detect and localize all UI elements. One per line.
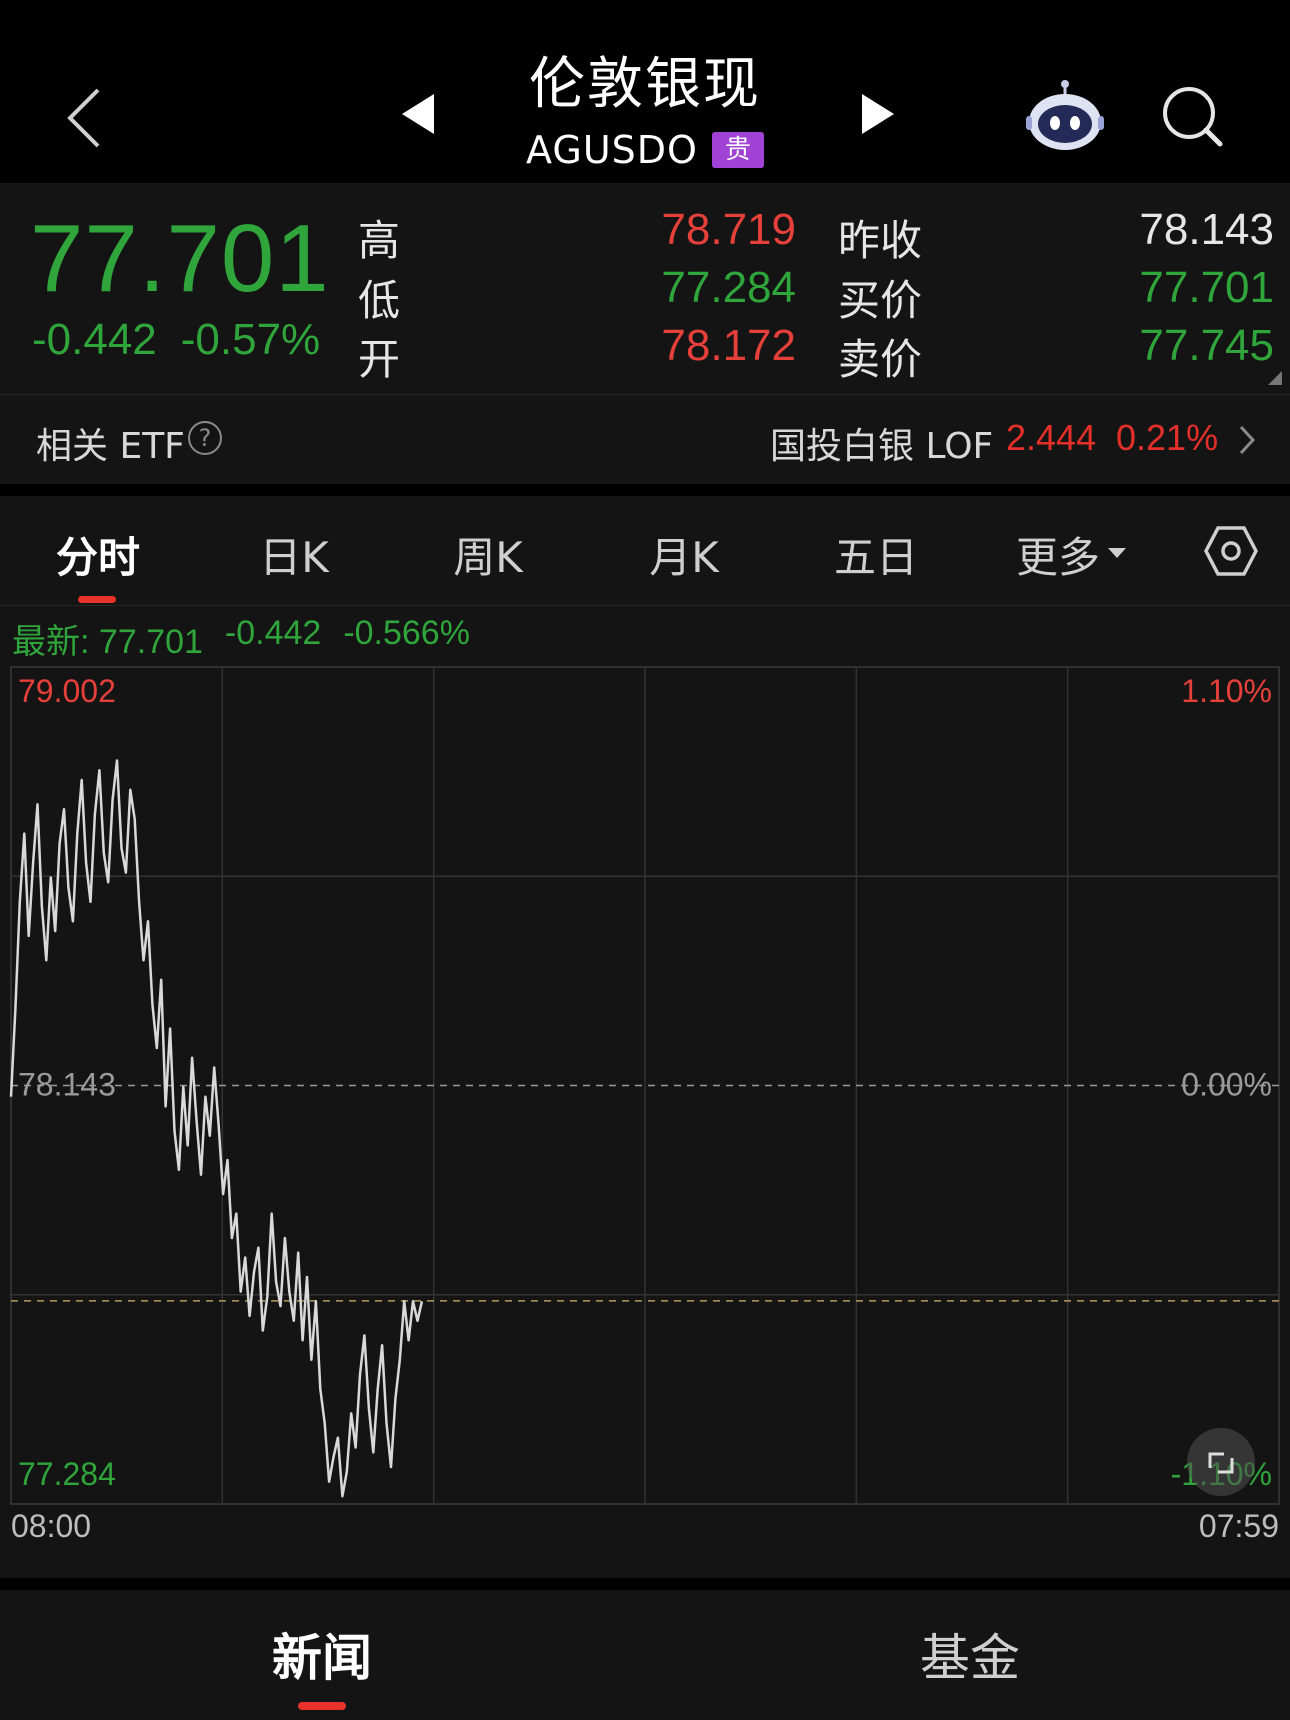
- symbol-code: AGUSDO: [526, 128, 698, 172]
- bottom-divider: [0, 1578, 1290, 1590]
- symbol-row: AGUSDO 贵: [445, 128, 845, 172]
- x-start-label: 08:00: [11, 1508, 91, 1540]
- y-max-label: 79.002: [18, 673, 116, 709]
- tab-daily-k[interactable]: 日K: [254, 524, 334, 585]
- pct-mid-label: 0.00%: [1181, 1067, 1272, 1103]
- high-value: 78.719: [661, 205, 796, 254]
- related-etf-row[interactable]: 相关 ETF ? 国投白银 LOF 2.444 0.21%: [0, 394, 1290, 484]
- latest-price: 77.701: [98, 623, 203, 661]
- intraday-chart[interactable]: 79.0021.10%78.1430.00%77.284-1.10%08:000…: [0, 660, 1290, 1540]
- assistant-robot-icon[interactable]: [1024, 78, 1106, 154]
- latest-change: -0.442: [224, 614, 322, 652]
- x-end-label: 07:59: [1199, 1508, 1279, 1540]
- chevron-down-icon[interactable]: [1108, 548, 1126, 558]
- open-label: 开: [358, 335, 401, 384]
- ask-label: 卖价: [838, 335, 923, 384]
- etf-change-percent: 0.21%: [1116, 417, 1219, 458]
- prev-close-value: 78.143: [1139, 205, 1274, 254]
- active-bottom-tab-indicator: [298, 1702, 346, 1710]
- page-title: 伦敦银现: [529, 52, 761, 117]
- tab-weekly-k[interactable]: 周K: [448, 524, 528, 585]
- back-icon[interactable]: [58, 82, 118, 154]
- active-tab-indicator: [78, 596, 116, 603]
- tab-five-day[interactable]: 五日: [834, 524, 918, 585]
- latest-change-percent: -0.566%: [343, 614, 470, 652]
- bottom-tabs: 新闻 基金: [0, 1590, 1290, 1720]
- category-badge: 贵: [711, 132, 764, 168]
- price-series-line: [9, 759, 424, 1498]
- etf-label: 相关 ETF: [36, 426, 185, 467]
- section-divider: [0, 484, 1290, 496]
- change-value: -0.442: [32, 315, 157, 364]
- tab-monthly-k[interactable]: 月K: [644, 524, 724, 585]
- fullscreen-button[interactable]: [1187, 1428, 1255, 1496]
- chevron-right-icon[interactable]: [1236, 423, 1258, 457]
- expand-corner-icon[interactable]: [1268, 371, 1282, 385]
- top-header: 伦敦银现 AGUSDO 贵: [0, 0, 1290, 183]
- chart-tabs: 分时 日K 周K 月K 五日 更多: [0, 496, 1290, 606]
- search-icon[interactable]: [1160, 84, 1226, 150]
- bid-label: 买价: [838, 276, 923, 325]
- change-percent: -0.57%: [180, 315, 321, 364]
- latest-summary: 最新: 77.701 -0.442 -0.566%: [12, 614, 470, 663]
- latest-prefix: 最新:: [12, 623, 90, 661]
- y-min-label: 77.284: [18, 1456, 116, 1492]
- latest-prefix-and-price: 最新: 77.701: [12, 614, 203, 663]
- low-label: 低: [358, 276, 401, 325]
- settings-hexagon-icon[interactable]: [1204, 524, 1258, 578]
- prev-close-label: 昨收: [838, 216, 923, 265]
- quote-summary: 77.701 -0.442 -0.57% 高 低 开 78.719 77.284…: [0, 183, 1290, 393]
- bid-value: 77.701: [1139, 263, 1274, 312]
- tab-fund[interactable]: 基金: [920, 1618, 1020, 1690]
- high-label: 高: [358, 216, 401, 265]
- ask-value: 77.745: [1139, 321, 1274, 370]
- etf-price: 2.444: [1006, 417, 1097, 458]
- last-price: 77.701: [30, 205, 330, 312]
- low-value: 77.284: [661, 263, 796, 312]
- tab-more[interactable]: 更多: [1016, 524, 1100, 585]
- quote-page: 伦敦银现 AGUSDO 贵 77.701 -0.442 -0.57% 高 低 开…: [0, 0, 1290, 1720]
- prev-symbol-icon[interactable]: [398, 90, 442, 138]
- tab-news[interactable]: 新闻: [272, 1618, 372, 1690]
- next-symbol-icon[interactable]: [854, 90, 898, 138]
- prev-close-label: 78.143: [18, 1067, 116, 1103]
- pct-max-label: 1.10%: [1181, 673, 1272, 709]
- help-icon[interactable]: ?: [188, 421, 222, 455]
- etf-name: 国投白银 LOF: [770, 426, 994, 467]
- open-value: 78.172: [661, 321, 796, 370]
- change-row: -0.442 -0.57%: [32, 315, 320, 365]
- tab-intraday[interactable]: 分时: [56, 524, 140, 585]
